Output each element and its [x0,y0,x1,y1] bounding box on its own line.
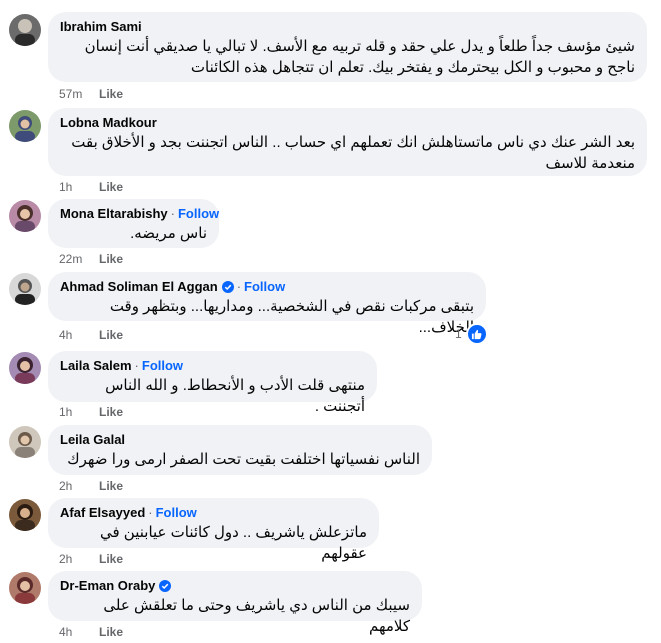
comment-bubble: Mona Eltarabishy · Follow ناس مريضه. [48,199,219,248]
follow-button[interactable]: Follow [178,206,219,222]
comment-meta: 4h Like [59,328,123,342]
timestamp[interactable]: 4h [59,625,89,639]
comment-meta: 2h Like [59,479,123,493]
avatar[interactable] [9,273,41,305]
commenter-name[interactable]: Lobna Madkour [60,115,157,131]
avatar[interactable] [9,572,41,604]
commenter-name[interactable]: Laila Salem [60,358,132,374]
like-button[interactable]: Like [99,552,123,566]
timestamp[interactable]: 57m [59,87,89,101]
comment-bubble: Ibrahim Sami شيئ مؤسف جداً طلعاً و يدل ع… [48,12,647,82]
comment-bubble: Lobna Madkour بعد الشر عنك دي ناس ماتستا… [48,108,647,176]
commenter-name[interactable]: Ibrahim Sami [60,19,142,35]
timestamp[interactable]: 2h [59,552,89,566]
comment-text: ناس مريضه. [130,225,207,242]
comment-meta: 1h Like [59,405,123,419]
like-reaction-icon [465,323,488,345]
follow-button[interactable]: Follow [156,505,197,521]
timestamp[interactable]: 1h [59,180,89,194]
like-button[interactable]: Like [99,252,123,266]
like-button[interactable]: Like [99,180,123,194]
like-button[interactable]: Like [99,87,123,101]
timestamp[interactable]: 2h [59,479,89,493]
comment-meta: 57m Like [59,87,123,101]
verified-badge-icon [159,580,172,592]
comment-bubble: Laila Salem · Follow منتهى قلت الأدب و الأ… [48,351,377,415]
follow-button[interactable]: Follow [142,358,183,374]
commenter-name[interactable]: Dr-Eman Oraby [60,578,155,594]
commenter-name[interactable]: Ahmad Soliman El Aggan [60,279,218,295]
like-button[interactable]: Like [99,625,123,639]
comment-meta: 1h Like [59,180,123,194]
comment-meta: 2h Like [59,552,123,566]
timestamp[interactable]: 22m [59,252,89,266]
avatar[interactable] [9,499,41,531]
comment-meta: 4h Like [59,625,123,639]
commenter-name[interactable]: Leila Galal [60,432,125,448]
comment-text: شيئ مؤسف جداً طلعاً و يدل علي حقد و قله … [84,38,635,76]
like-button[interactable]: Like [99,479,123,493]
commenter-name[interactable]: Afaf Elsayyed [60,505,145,521]
commenter-name[interactable]: Mona Eltarabishy [60,206,168,222]
follow-button[interactable]: Follow [244,279,285,295]
avatar[interactable] [9,352,41,384]
reaction-count[interactable]: 1 [455,323,488,345]
comment-bubble: Dr-Eman Oraby سيبك من الناس دي ياشريف وح… [48,571,422,635]
verified-badge-icon [221,281,234,293]
avatar[interactable] [9,426,41,458]
like-button[interactable]: Like [99,328,123,342]
timestamp[interactable]: 4h [59,328,89,342]
comment-meta: 22m Like [59,252,123,266]
timestamp[interactable]: 1h [59,405,89,419]
avatar[interactable] [9,200,41,232]
comment-bubble: Leila Galal الناس نفسياتها اختلفت بقيت ت… [48,425,432,475]
comment-bubble: Ahmad Soliman El Aggan · Follow بتبقى مرك… [48,272,486,336]
like-button[interactable]: Like [99,405,123,419]
comment-text: بعد الشر عنك دي ناس ماتستاهلش انك تعملهم… [71,134,635,172]
avatar[interactable] [9,14,41,46]
avatar[interactable] [9,110,41,142]
comment-text: الناس نفسياتها اختلفت بقيت تحت الصفر ارم… [67,451,420,468]
comment-bubble: Afaf Elsayyed · Follow ماتزعلش ياشريف .. د… [48,498,379,562]
